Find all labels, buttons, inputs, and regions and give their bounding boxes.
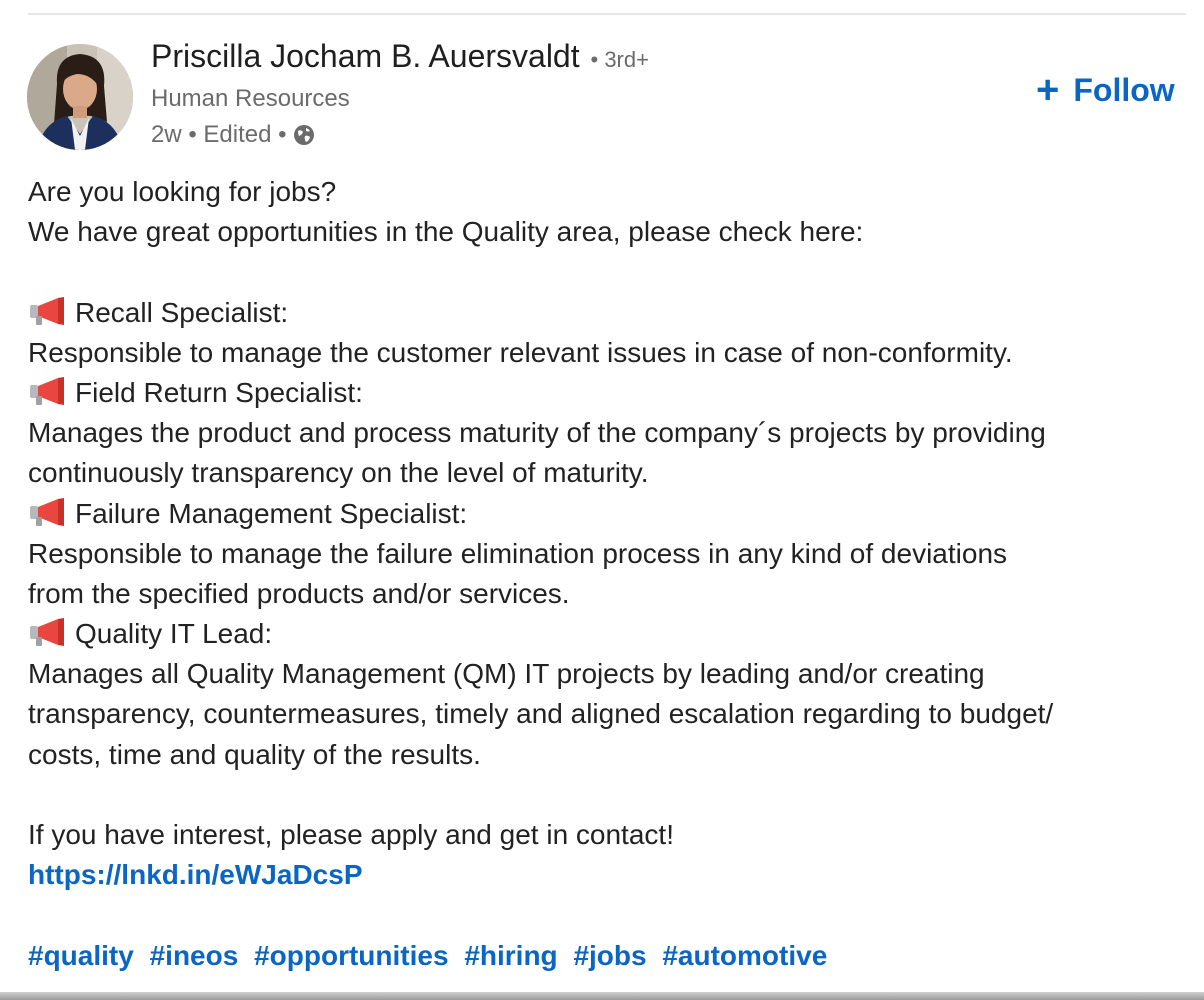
connection-degree: • 3rd+ bbox=[590, 47, 649, 72]
hashtag-link[interactable]: #opportunities bbox=[254, 940, 448, 971]
megaphone-icon bbox=[30, 497, 64, 526]
post-text-line: We have great opportunities in the Quali… bbox=[28, 216, 864, 248]
divider bbox=[28, 13, 1186, 15]
job-title: Quality IT Lead: bbox=[75, 618, 273, 650]
job-description-line: costs, time and quality of the results. bbox=[28, 738, 481, 770]
job-description-line: from the specified products and/or servi… bbox=[28, 577, 570, 609]
job-title: Recall Specialist: bbox=[75, 296, 289, 328]
plus-icon: + bbox=[1036, 68, 1060, 112]
megaphone-icon bbox=[30, 376, 64, 405]
job-description-line: Manages the product and process maturity… bbox=[28, 417, 1046, 449]
bottom-edge bbox=[0, 992, 1204, 1000]
follow-label: Follow bbox=[1073, 71, 1175, 108]
megaphone-icon bbox=[30, 296, 64, 325]
post-text-line: Are you looking for jobs? bbox=[28, 176, 337, 207]
post-meta-text: 2w • Edited • bbox=[151, 121, 287, 148]
job-description-line: continuously transparency on the level o… bbox=[28, 457, 649, 489]
hashtag-link[interactable]: #quality bbox=[28, 940, 134, 971]
avatar[interactable] bbox=[27, 44, 133, 150]
hashtag-link[interactable]: #ineos bbox=[150, 940, 239, 971]
job-description-line: Responsible to manage the customer relev… bbox=[28, 336, 1013, 368]
job-title-line: Field Return Specialist: bbox=[28, 373, 1178, 413]
post-body: Are you looking for jobs? We have great … bbox=[28, 172, 1178, 976]
job-title-line: Recall Specialist: bbox=[28, 293, 1178, 333]
job-title: Failure Management Specialist: bbox=[75, 497, 468, 529]
apply-link[interactable]: https://lnkd.in/eWJaDcsP bbox=[28, 855, 1178, 895]
closing-text: If you have interest, please apply and g… bbox=[28, 819, 674, 850]
job-title: Field Return Specialist: bbox=[75, 376, 363, 408]
follow-button[interactable]: + Follow bbox=[1036, 70, 1175, 110]
job-description-line: Manages all Quality Management (QM) IT p… bbox=[28, 658, 985, 690]
job-title-line: Quality IT Lead: bbox=[28, 614, 1178, 654]
linkedin-post: Priscilla Jocham B. Auersvaldt • 3rd+ Hu… bbox=[0, 0, 1204, 1000]
job-title-line: Failure Management Specialist: bbox=[28, 494, 1178, 534]
hashtag-link[interactable]: #hiring bbox=[464, 940, 557, 971]
megaphone-icon bbox=[30, 618, 64, 647]
author-name[interactable]: Priscilla Jocham B. Auersvaldt • 3rd+ bbox=[151, 38, 649, 75]
author-headline: Human Resources bbox=[151, 85, 350, 112]
post-meta: 2w • Edited • bbox=[151, 121, 315, 149]
author-name-text[interactable]: Priscilla Jocham B. Auersvaldt bbox=[151, 38, 580, 74]
globe-icon bbox=[293, 125, 314, 145]
job-description-line: Responsible to manage the failure elimin… bbox=[28, 537, 1008, 569]
job-description-line: transparency, countermeasures, timely an… bbox=[28, 698, 1054, 730]
hashtag-link[interactable]: #jobs bbox=[573, 940, 646, 971]
hashtag-list: #quality #ineos #opportunities #hiring #… bbox=[28, 936, 1178, 976]
hashtag-link[interactable]: #automotive bbox=[662, 940, 827, 971]
